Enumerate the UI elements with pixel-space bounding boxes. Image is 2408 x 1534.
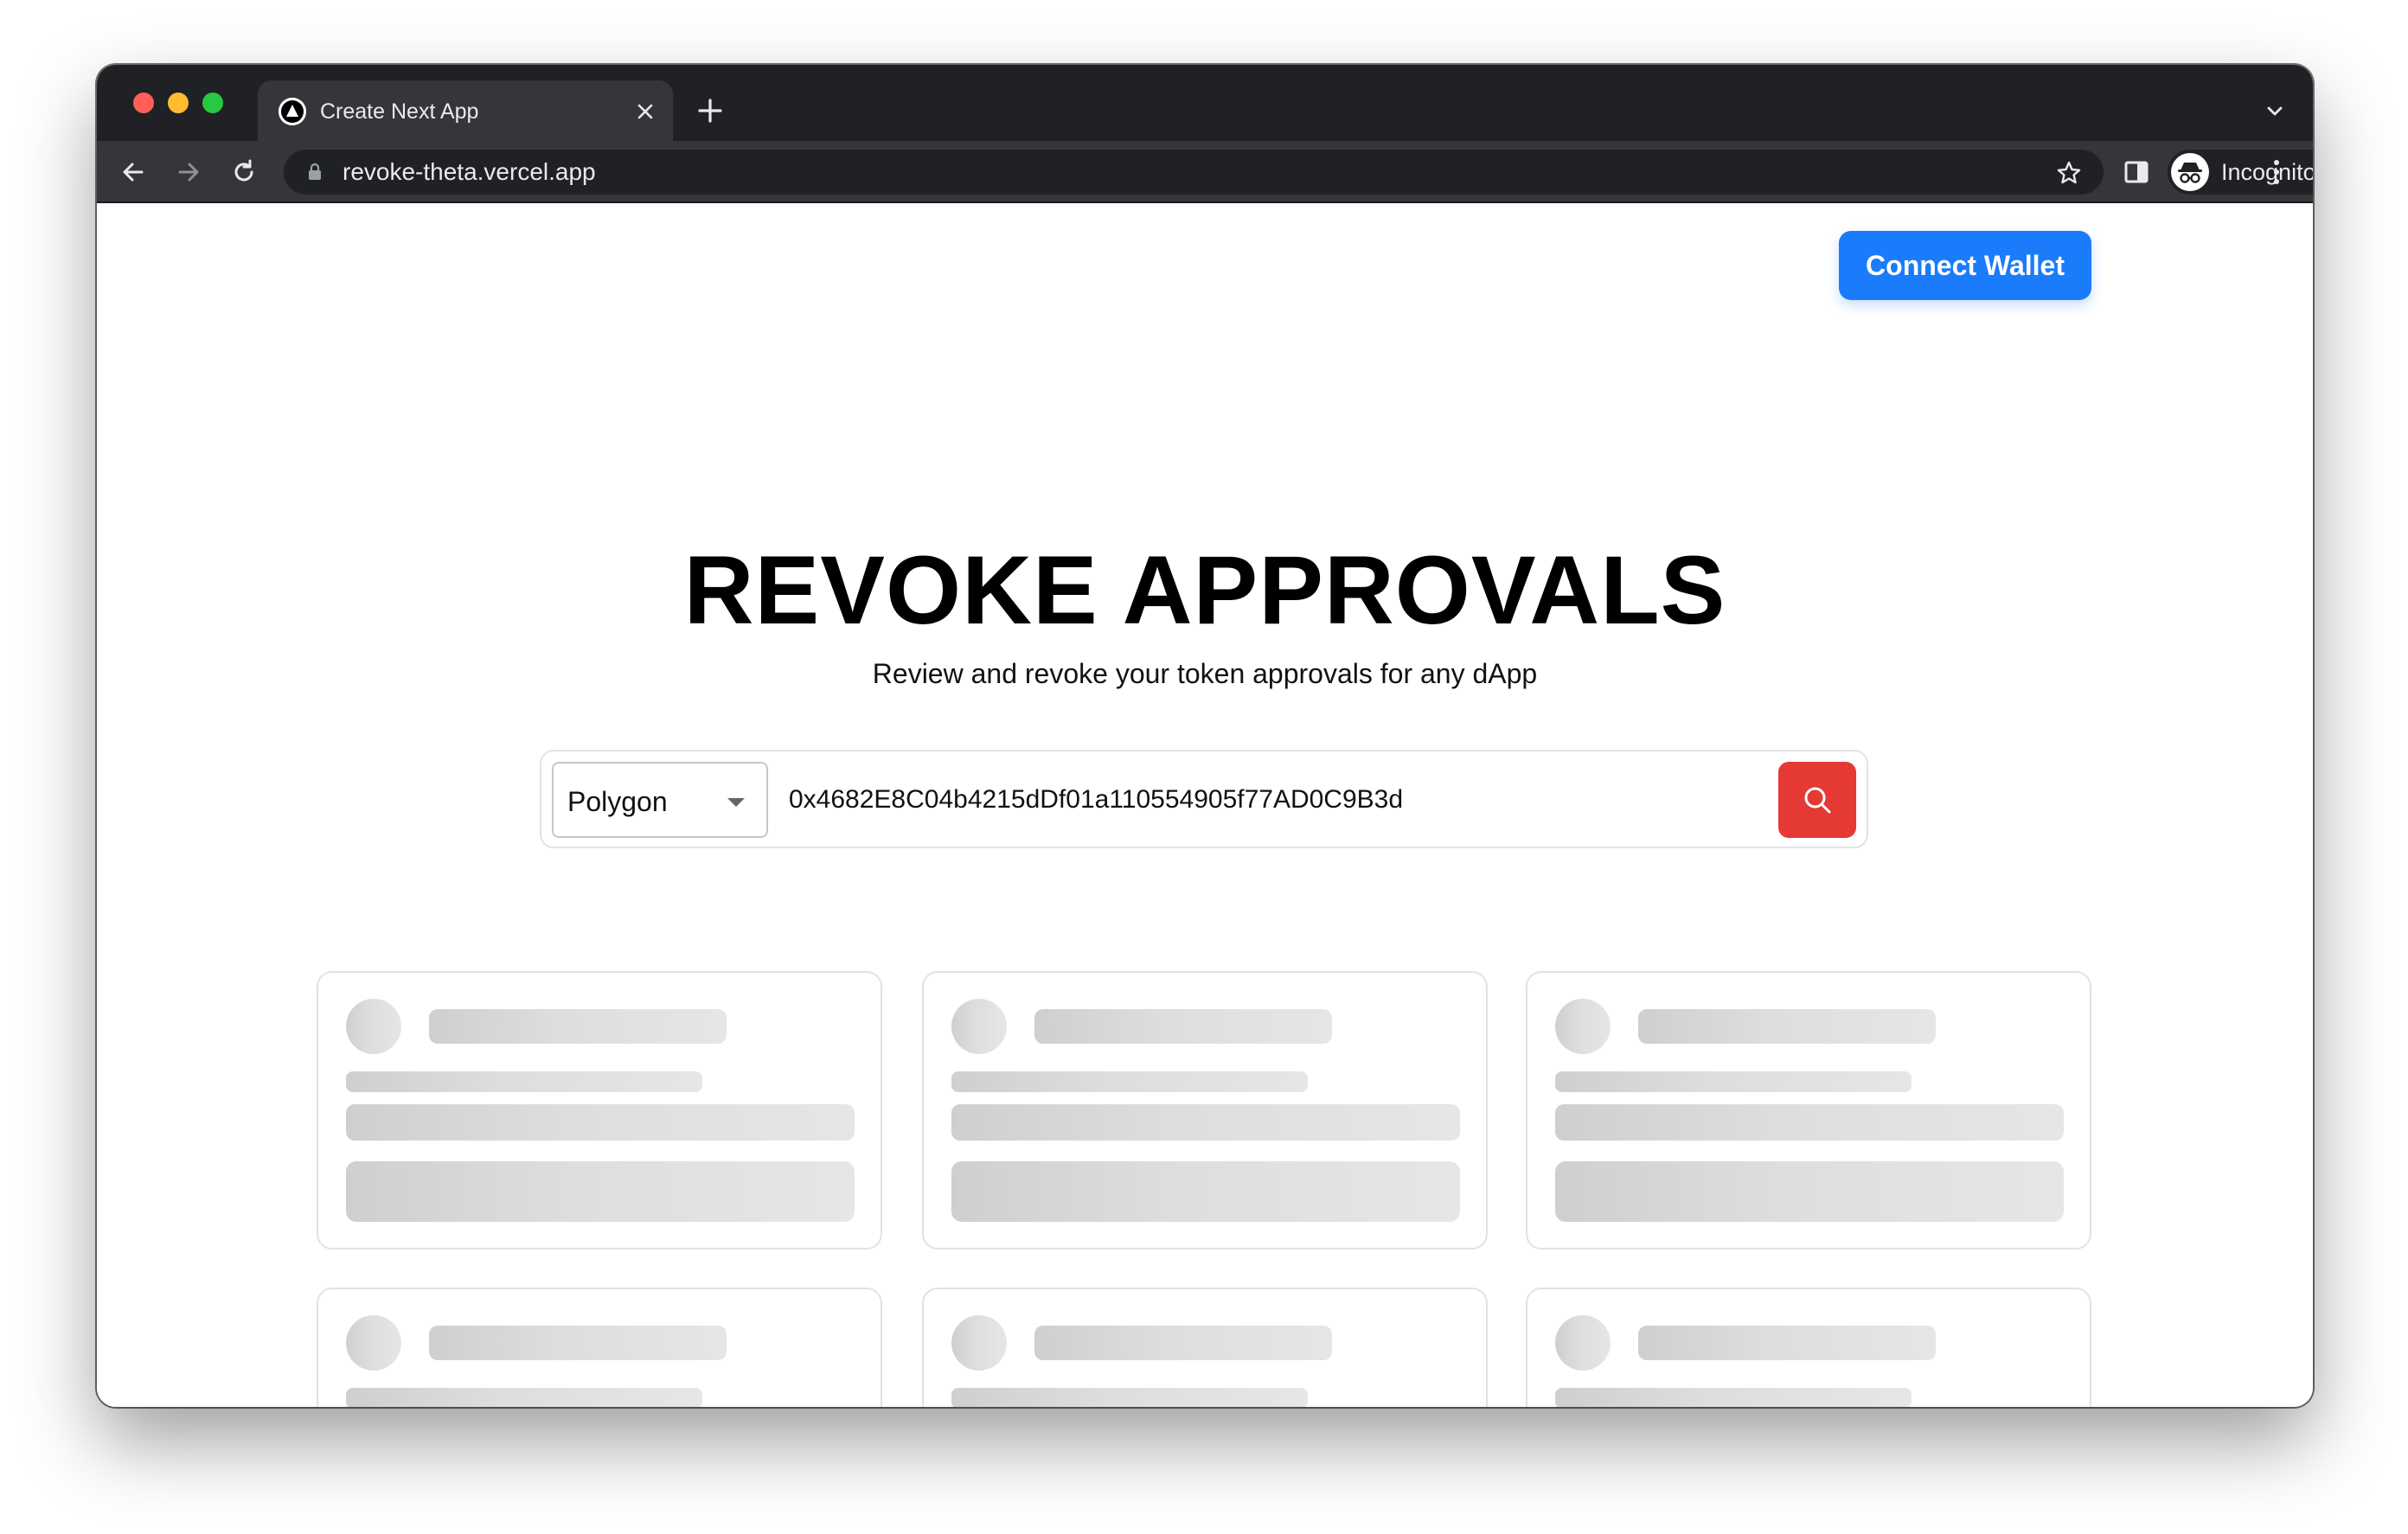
- skeleton-avatar: [1555, 999, 1611, 1054]
- skeleton-avatar: [951, 999, 1007, 1054]
- skeleton-button: [951, 1161, 1460, 1222]
- tab-title: Create Next App: [320, 99, 479, 124]
- skeleton-title: [1034, 1009, 1332, 1044]
- search-button[interactable]: [1778, 762, 1856, 838]
- skeleton-title: [429, 1009, 727, 1044]
- address-bar[interactable]: revoke-theta.vercel.app: [284, 150, 2104, 195]
- maximize-window-button[interactable]: [202, 93, 223, 113]
- address-input[interactable]: [789, 772, 1740, 828]
- kebab-menu-icon[interactable]: [2263, 157, 2290, 188]
- network-selected-value: Polygon: [567, 786, 668, 817]
- skeleton-bar: [1555, 1104, 2064, 1141]
- caret-down-icon: [727, 796, 746, 807]
- skeleton-line: [951, 1071, 1308, 1092]
- side-panel-icon[interactable]: [2123, 158, 2150, 186]
- incognito-icon: [2171, 153, 2209, 191]
- new-tab-icon[interactable]: [695, 96, 725, 125]
- skeleton-title: [429, 1326, 727, 1360]
- browser-toolbar: revoke-theta.vercel.app Incognito: [97, 141, 2313, 203]
- approval-card-skeleton: [922, 971, 1488, 1250]
- tab-create-next-app[interactable]: Create Next App: [258, 80, 673, 143]
- browser-window: Create Next App revoke-theta.vercel.app: [97, 65, 2313, 1407]
- skeleton-line: [1555, 1388, 1912, 1407]
- skeleton-button: [1555, 1161, 2064, 1222]
- skeleton-avatar: [951, 1315, 1007, 1371]
- skeleton-button: [346, 1161, 855, 1222]
- skeleton-bar: [346, 1104, 855, 1141]
- lock-icon[interactable]: [304, 162, 325, 182]
- url-text[interactable]: revoke-theta.vercel.app: [343, 158, 596, 186]
- forward-arrow-icon[interactable]: [173, 157, 204, 188]
- skeleton-line: [951, 1388, 1308, 1407]
- page-title: REVOKE APPROVALS: [683, 536, 1726, 644]
- close-window-button[interactable]: [133, 93, 154, 113]
- search-bar: Polygon: [540, 750, 1868, 848]
- nextjs-favicon-icon: [279, 98, 306, 125]
- skeleton-title: [1034, 1326, 1332, 1360]
- minimize-window-button[interactable]: [168, 93, 189, 113]
- skeleton-avatar: [346, 1315, 401, 1371]
- skeleton-line: [346, 1071, 702, 1092]
- close-tab-icon[interactable]: [633, 99, 657, 124]
- approval-card-skeleton: [1526, 1288, 2091, 1407]
- approval-card-skeleton: [1526, 971, 2091, 1250]
- tab-strip: Create Next App: [97, 65, 2313, 143]
- connect-wallet-button[interactable]: Connect Wallet: [1839, 231, 2091, 300]
- reload-icon[interactable]: [228, 157, 259, 188]
- incognito-profile-button[interactable]: Incognito: [2168, 150, 2313, 195]
- back-arrow-icon[interactable]: [118, 157, 149, 188]
- skeleton-avatar: [1555, 1315, 1611, 1371]
- search-icon: [1804, 787, 1831, 814]
- skeleton-title: [1638, 1009, 1936, 1044]
- page-content: Connect Wallet REVOKE APPROVALS Review a…: [97, 203, 2313, 1407]
- approval-card-skeleton: [317, 971, 882, 1250]
- skeleton-line: [1555, 1071, 1912, 1092]
- chevron-down-icon[interactable]: [2263, 99, 2287, 124]
- approval-card-skeleton: [317, 1288, 882, 1407]
- approval-card-skeleton: [922, 1288, 1488, 1407]
- page-subtitle: Review and revoke your token approvals f…: [872, 658, 1538, 689]
- skeleton-line: [346, 1388, 702, 1407]
- bookmark-star-icon[interactable]: [2055, 159, 2083, 187]
- skeleton-avatar: [346, 999, 401, 1054]
- network-select[interactable]: Polygon: [552, 762, 768, 838]
- skeleton-title: [1638, 1326, 1936, 1360]
- skeleton-bar: [951, 1104, 1460, 1141]
